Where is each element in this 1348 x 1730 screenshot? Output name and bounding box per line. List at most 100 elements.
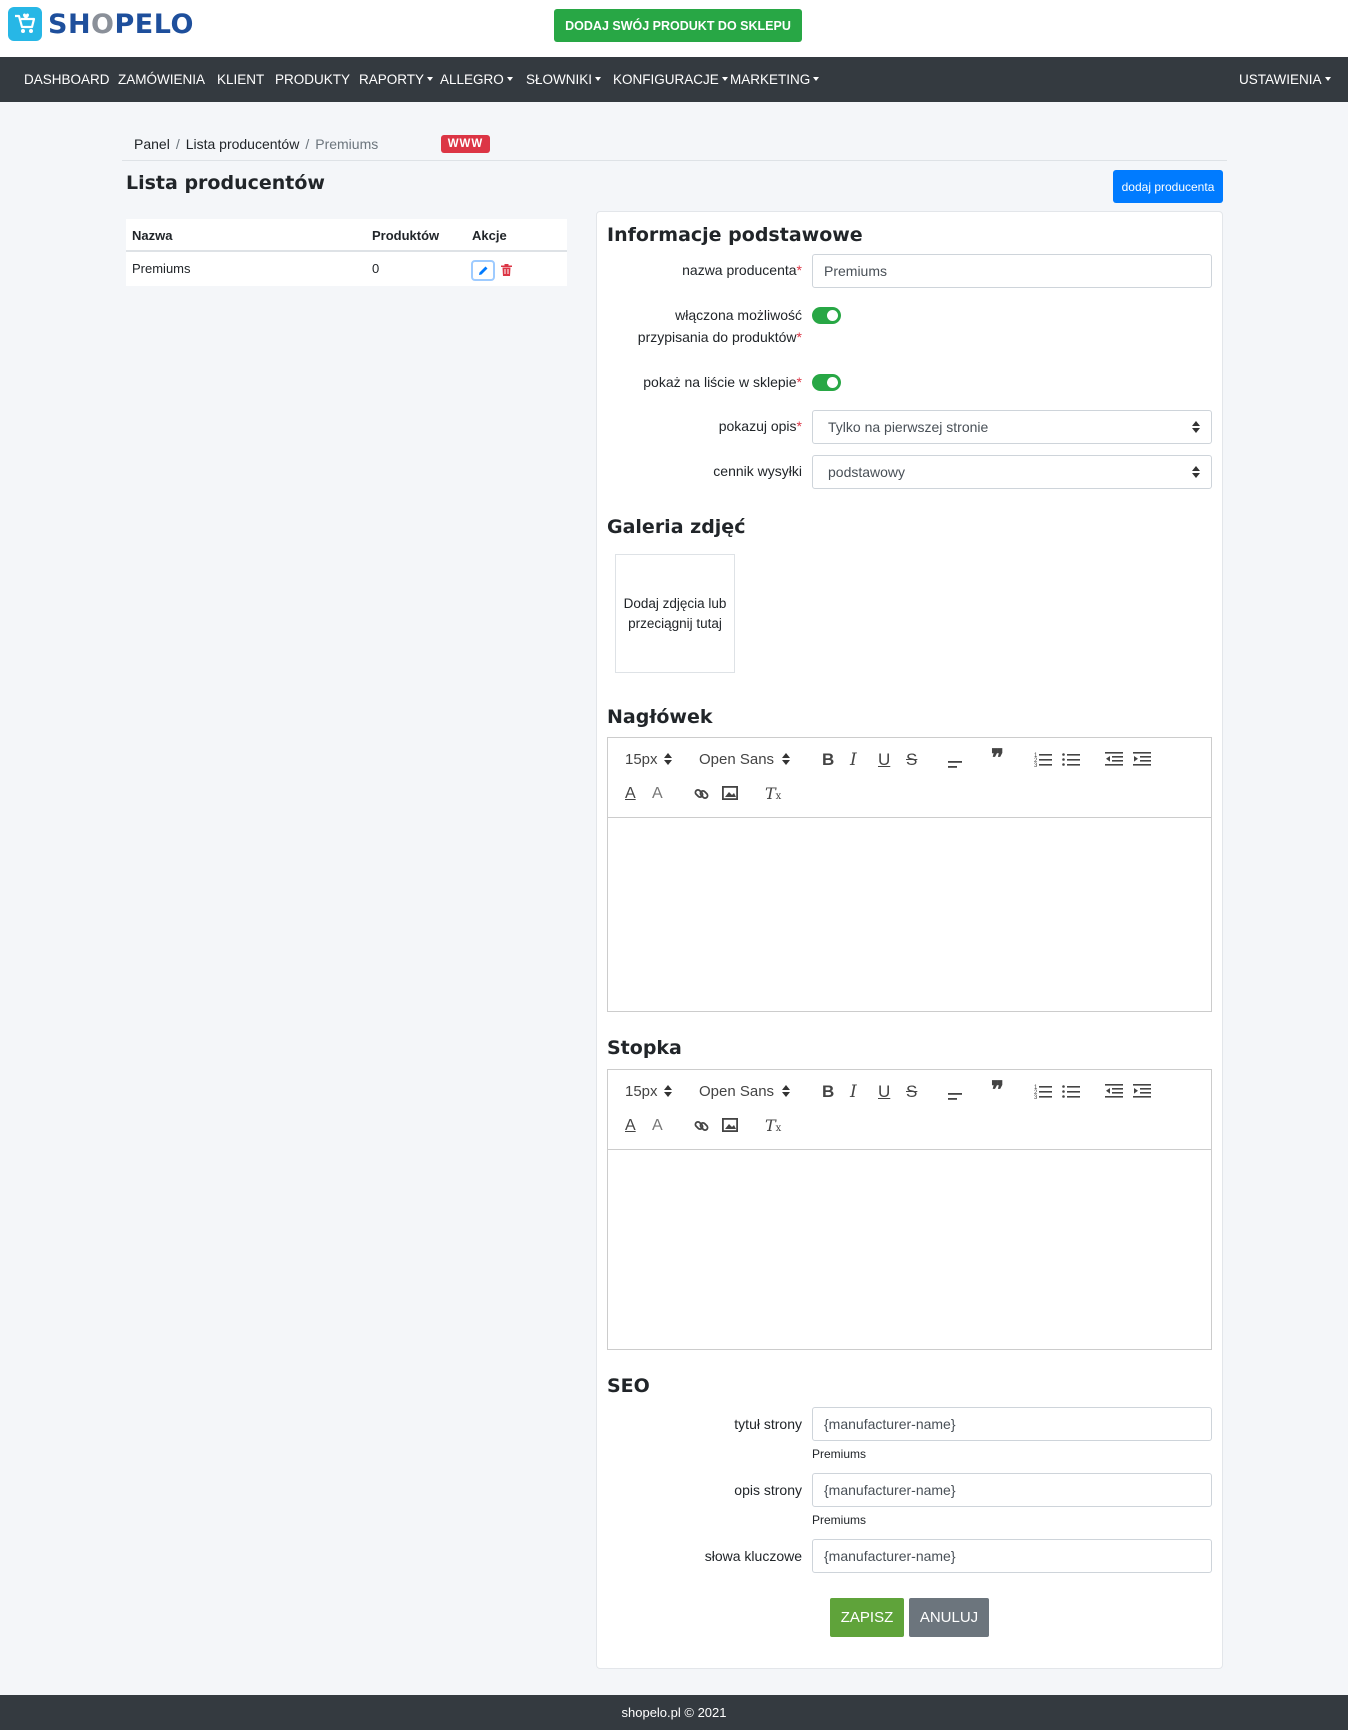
select-arrows-icon [1192, 466, 1200, 478]
breadcrumb-current: Premiums [315, 136, 379, 152]
font-size-picker[interactable]: 15px [625, 1082, 672, 1102]
show-in-shop-toggle[interactable] [812, 374, 841, 391]
image-icon[interactable] [721, 785, 738, 806]
column-products: Produktów [372, 228, 440, 243]
underline-icon[interactable]: U [878, 750, 890, 770]
shipping-pricelist-select[interactable]: podstawowy [812, 455, 1212, 489]
bullet-list-icon[interactable] [1062, 751, 1080, 773]
add-product-promo-button[interactable]: DODAJ SWÓJ PRODUKT DO SKLEPU [554, 9, 802, 42]
column-name: Nazwa [132, 228, 173, 243]
trash-icon [500, 264, 512, 276]
bold-icon[interactable]: B [822, 750, 834, 770]
background-color-icon[interactable]: A [652, 784, 663, 804]
table-header: Nazwa Produktów Akcje [126, 219, 567, 252]
manufacturer-name-input[interactable]: Premiums [812, 254, 1212, 288]
select-arrows-icon [1192, 421, 1200, 433]
font-size-picker[interactable]: 15px [625, 750, 672, 770]
cancel-button[interactable]: ANULUJ [909, 1598, 989, 1637]
nav-dashboard[interactable]: DASHBOARD [24, 72, 110, 87]
italic-icon[interactable]: I [850, 1082, 857, 1102]
column-actions: Akcje [472, 228, 507, 243]
ordered-list-icon[interactable]: 123 [1034, 751, 1052, 773]
basic-info-heading: Informacje podstawowe [607, 224, 863, 246]
top-header: SHOPELO DODAJ SWÓJ PRODUKT DO SKLEPU [0, 0, 1348, 57]
blockquote-icon[interactable]: ❞ [991, 746, 1004, 770]
image-icon[interactable] [721, 1117, 738, 1138]
text-color-icon[interactable]: A [625, 784, 636, 804]
indent-icon[interactable] [1133, 1083, 1151, 1105]
background-color-icon[interactable]: A [652, 1116, 663, 1136]
nav-marketing[interactable]: MARKETING [730, 72, 820, 87]
nav-dictionaries[interactable]: SŁOWNIKI [526, 72, 602, 87]
clear-format-icon[interactable]: Tx [765, 1116, 781, 1139]
assign-label: włączona możliwość przypisania do produkt… [637, 307, 802, 345]
svg-text:3: 3 [1034, 763, 1038, 767]
outdent-icon[interactable] [1105, 751, 1123, 773]
divider [122, 160, 1227, 161]
align-icon[interactable] [948, 1086, 962, 1106]
breadcrumb-panel[interactable]: Panel [134, 136, 170, 152]
indent-icon[interactable] [1133, 751, 1151, 773]
underline-icon[interactable]: U [878, 1082, 890, 1102]
breadcrumb-separator: / [175, 136, 180, 152]
text-color-icon[interactable]: A [625, 1116, 636, 1136]
caret-down-icon [813, 77, 820, 82]
font-family-picker[interactable]: Open Sans [699, 1082, 791, 1102]
header-rich-text-editor: 15px Open Sans B I U S ❞ 123 A A Tx [607, 737, 1212, 1012]
strikethrough-icon[interactable]: S [906, 1082, 917, 1102]
italic-icon[interactable]: I [850, 750, 857, 770]
link-icon[interactable] [694, 1118, 710, 1140]
gallery-heading: Galeria zdjęć [607, 516, 746, 538]
breadcrumb-separator: / [305, 136, 310, 152]
www-badge[interactable]: WWW [441, 135, 490, 153]
nav-products[interactable]: PRODUKTY [275, 72, 350, 87]
breadcrumb: Panel / Lista producentów / Premiums [134, 136, 378, 152]
header-editor-content[interactable] [608, 818, 1211, 1091]
add-manufacturer-button[interactable]: dodaj producenta [1113, 170, 1223, 203]
align-icon[interactable] [948, 754, 962, 774]
keywords-input[interactable]: {manufacturer-name} [812, 1539, 1212, 1573]
nav-configuration[interactable]: KONFIGURACJE [613, 72, 728, 87]
breadcrumb-manufacturer-list[interactable]: Lista producentów [186, 136, 300, 152]
show-description-label: pokazuj opis* [718, 418, 802, 434]
clear-format-icon[interactable]: Tx [765, 784, 781, 807]
nav-allegro[interactable]: ALLEGRO [440, 72, 513, 87]
show-description-select[interactable]: Tylko na pierwszej stronie [812, 410, 1212, 444]
caret-down-icon [506, 77, 513, 82]
shopelo-logo[interactable]: SHOPELO [8, 7, 194, 41]
page-title: Lista producentów [126, 172, 325, 194]
nav-orders[interactable]: ZAMÓWIENIA [118, 72, 205, 87]
footer-rich-text-editor: 15px Open Sans B I U S ❞ 123 A A Tx [607, 1069, 1212, 1350]
main-nav: DASHBOARD ZAMÓWIENIA KLIENT PRODUKTY RAP… [0, 57, 1348, 102]
assign-toggle[interactable] [812, 307, 841, 324]
keywords-label: słowa kluczowe [704, 1548, 802, 1564]
page-description-input[interactable]: {manufacturer-name} [812, 1473, 1212, 1507]
font-family-picker[interactable]: Open Sans [699, 750, 791, 770]
delete-button[interactable] [499, 262, 513, 278]
footer-editor-heading: Stopka [607, 1037, 682, 1059]
bold-icon[interactable]: B [822, 1082, 834, 1102]
outdent-icon[interactable] [1105, 1083, 1123, 1105]
caret-down-icon [595, 77, 602, 82]
nav-reports[interactable]: RAPORTY [359, 72, 434, 87]
pencil-icon [479, 266, 488, 275]
ordered-list-icon[interactable]: 123 [1034, 1083, 1052, 1105]
header-editor-heading: Nagłówek [607, 706, 713, 728]
save-button[interactable]: ZAPISZ [830, 1598, 904, 1637]
photo-dropzone[interactable]: Dodaj zdjęcia lub przeciągnij tutaj [615, 554, 735, 673]
select-arrows-icon [663, 1085, 672, 1097]
cell-name: Premiums [132, 261, 191, 276]
edit-button[interactable] [471, 260, 495, 281]
nav-settings[interactable]: USTAWIENIA [1239, 72, 1331, 87]
link-icon[interactable] [694, 786, 710, 808]
page-title-input[interactable]: {manufacturer-name} [812, 1407, 1212, 1441]
bullet-list-icon[interactable] [1062, 1083, 1080, 1105]
blockquote-icon[interactable]: ❞ [991, 1078, 1004, 1102]
strikethrough-icon[interactable]: S [906, 750, 917, 770]
page-title-label: tytuł strony [734, 1416, 802, 1432]
nav-client[interactable]: KLIENT [217, 72, 264, 87]
footer-editor-content[interactable] [608, 1150, 1211, 1429]
editor-toolbar: 15px Open Sans B I U S ❞ 123 A A Tx [608, 738, 1211, 818]
select-arrows-icon [663, 753, 672, 765]
manufacturers-table: Nazwa Produktów Akcje Premiums 0 [126, 219, 567, 286]
